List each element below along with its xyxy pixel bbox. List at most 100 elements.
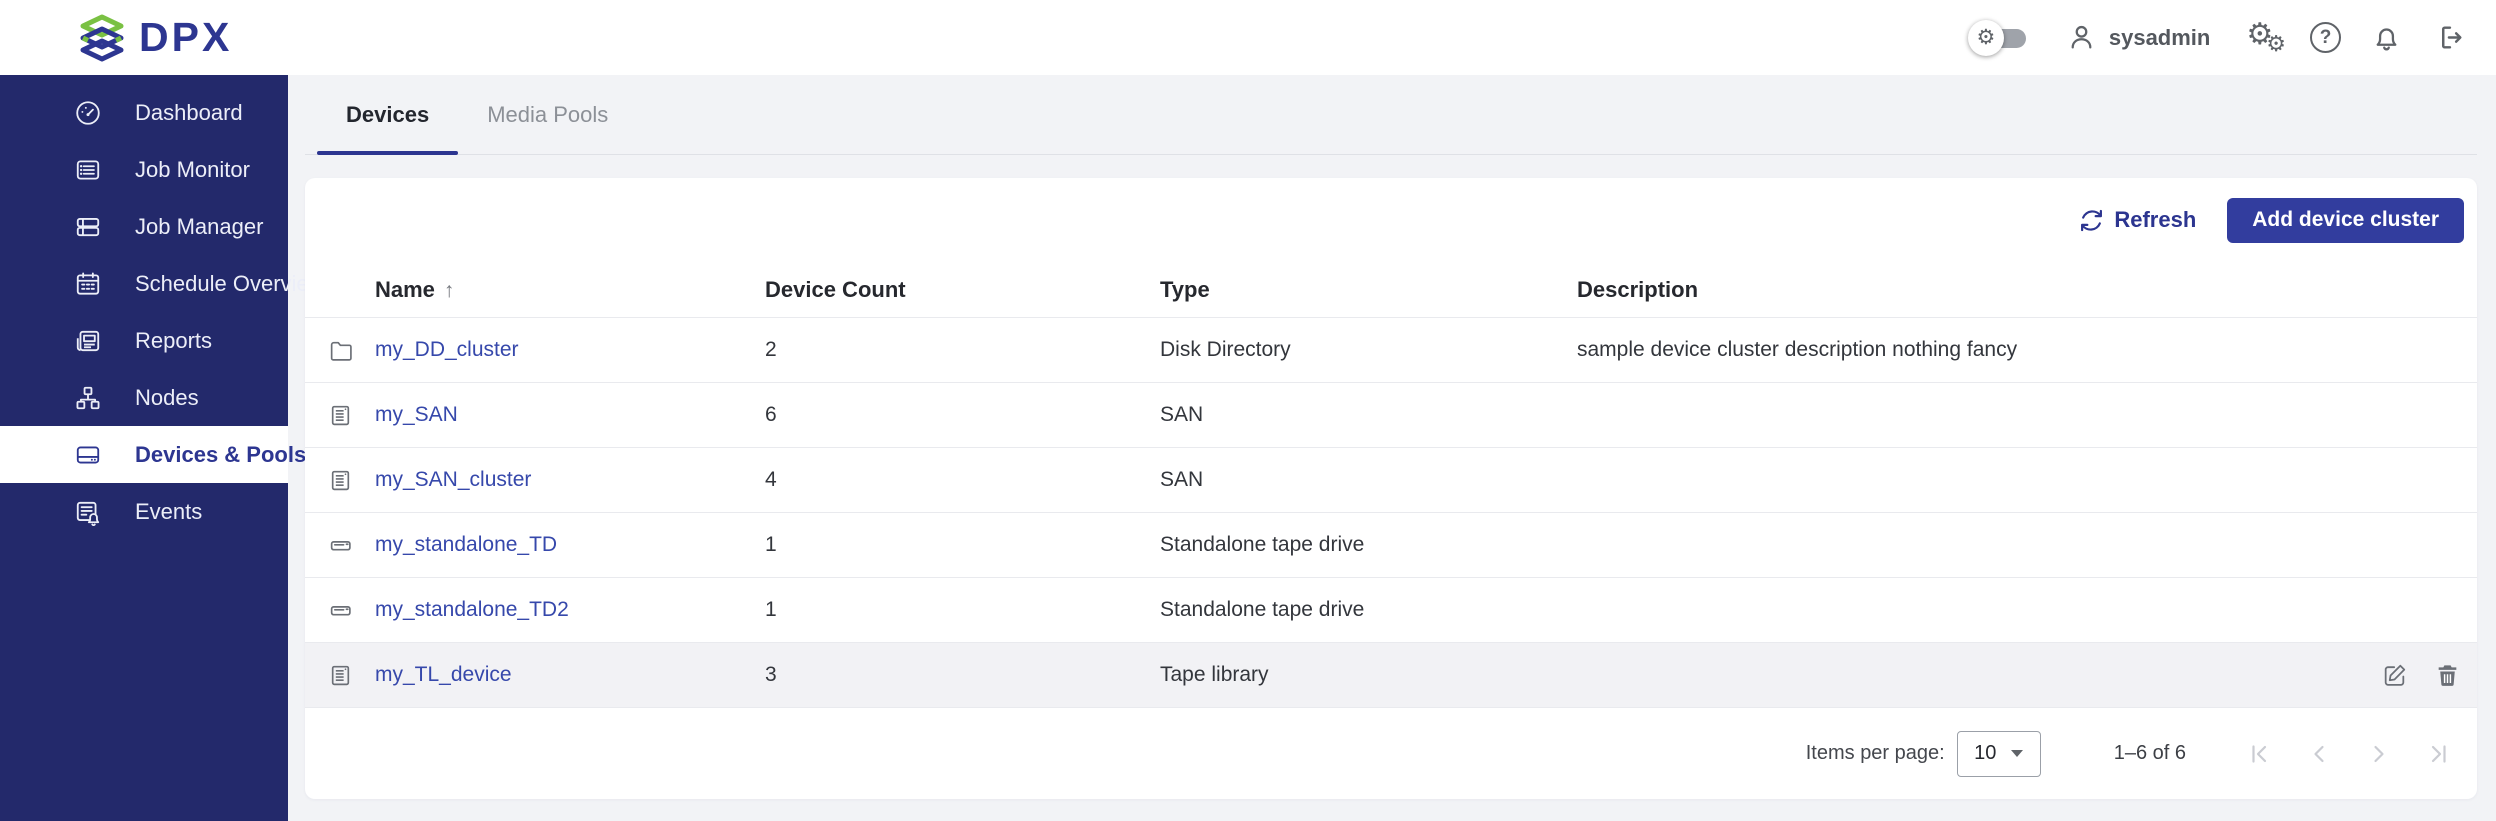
- table-row[interactable]: my_SAN 6 SAN: [305, 383, 2477, 448]
- device-type-cell: Standalone tape drive: [1160, 533, 1577, 557]
- logo-text: DPX: [139, 14, 232, 61]
- theme-toggle[interactable]: ⚙: [1974, 20, 2026, 56]
- last-page-icon[interactable]: [2426, 741, 2452, 767]
- add-device-cluster-button[interactable]: Add device cluster: [2227, 198, 2464, 243]
- tab-devices[interactable]: Devices: [317, 75, 458, 154]
- reports-icon: [74, 327, 102, 355]
- table-row[interactable]: my_standalone_TD 1 Standalone tape drive: [305, 513, 2477, 578]
- sidebar-item-label: Dashboard: [135, 100, 243, 126]
- device-name-link[interactable]: my_standalone_TD: [375, 533, 557, 556]
- device-name-link[interactable]: my_SAN_cluster: [375, 468, 531, 491]
- items-per-page-value: 10: [1974, 742, 1996, 765]
- gear-toggle-icon: ⚙: [1968, 20, 2004, 56]
- delete-trash-icon[interactable]: [2434, 662, 2461, 689]
- column-label: Device Count: [765, 277, 906, 302]
- main-content: Devices Media Pools Refresh Add device c…: [288, 75, 2496, 821]
- sort-asc-icon: ↑: [444, 279, 455, 302]
- device-description-cell: sample device cluster description nothin…: [1577, 338, 2347, 362]
- device-count-cell: 3: [765, 663, 1160, 687]
- tab-bar: Devices Media Pools: [305, 75, 2477, 155]
- page-range-label: 1–6 of 6: [2114, 742, 2186, 765]
- device-type-cell: SAN: [1160, 468, 1577, 492]
- device-type-cell: Disk Directory: [1160, 338, 1577, 362]
- account-icon: [2066, 22, 2097, 53]
- sidebar-item-job-manager[interactable]: Job Manager: [0, 198, 288, 255]
- device-count-cell: 4: [765, 468, 1160, 492]
- calendar-icon: [74, 270, 102, 298]
- column-label: Description: [1577, 277, 1698, 302]
- sidebar-item-events[interactable]: Events: [0, 483, 288, 540]
- notifications-bell-icon[interactable]: [2371, 22, 2402, 53]
- table-row[interactable]: my_DD_cluster 2 Disk Directory sample de…: [305, 318, 2477, 383]
- table-row[interactable]: my_SAN_cluster 4 SAN: [305, 448, 2477, 513]
- column-header-description[interactable]: Description: [1577, 277, 2347, 303]
- table-row[interactable]: my_standalone_TD2 1 Standalone tape driv…: [305, 578, 2477, 643]
- devices-panel: Refresh Add device cluster Name ↑ Device …: [305, 178, 2477, 799]
- table-toolbar: Refresh Add device cluster: [305, 178, 2477, 262]
- device-name-link[interactable]: my_standalone_TD2: [375, 598, 569, 621]
- sidebar-item-label: Job Manager: [135, 214, 263, 240]
- table-pagination: Items per page: 10 1–6 of 6: [305, 708, 2477, 799]
- items-per-page-label: Items per page:: [1806, 742, 1945, 765]
- top-bar-actions: ⚙ sysadmin ⚙ ⚙ ?: [1974, 20, 2467, 56]
- refresh-button[interactable]: Refresh: [2079, 207, 2196, 233]
- device-name-link[interactable]: my_DD_cluster: [375, 338, 519, 361]
- first-page-icon[interactable]: [2246, 741, 2272, 767]
- items-per-page-select[interactable]: 10: [1957, 731, 2041, 777]
- top-bar: DPX ⚙ sysadmin ⚙ ⚙ ?: [0, 0, 2496, 75]
- device-name-link[interactable]: my_SAN: [375, 403, 458, 426]
- dashboard-gauge-icon: [74, 99, 102, 127]
- tab-label: Devices: [346, 102, 429, 128]
- row-actions: [2347, 662, 2477, 689]
- tape-library-icon: [305, 468, 375, 493]
- column-label: Type: [1160, 277, 1210, 302]
- tape-library-icon: [305, 663, 375, 688]
- refresh-icon: [2079, 208, 2104, 233]
- job-manager-icon: [74, 213, 102, 241]
- sidebar-item-label: Events: [135, 499, 202, 525]
- next-page-icon[interactable]: [2366, 741, 2392, 767]
- column-header-device-count[interactable]: Device Count: [765, 277, 1160, 303]
- column-label: Name: [375, 277, 435, 302]
- edit-icon[interactable]: [2381, 662, 2408, 689]
- folder-icon: [305, 338, 375, 363]
- devices-icon: [74, 441, 102, 469]
- sidebar-item-job-monitor[interactable]: Job Monitor: [0, 141, 288, 198]
- tab-label: Media Pools: [487, 102, 608, 128]
- user-name: sysadmin: [2109, 25, 2211, 51]
- sidebar-item-dashboard[interactable]: Dashboard: [0, 84, 288, 141]
- device-name-link[interactable]: my_TL_device: [375, 663, 512, 686]
- device-count-cell: 2: [765, 338, 1160, 362]
- sidebar-item-label: Nodes: [135, 385, 199, 411]
- sidebar-item-nodes[interactable]: Nodes: [0, 369, 288, 426]
- gear-icon: ⚙: [2266, 33, 2286, 55]
- dpx-logo: DPX: [78, 14, 232, 62]
- device-type-cell: Standalone tape drive: [1160, 598, 1577, 622]
- sidebar-item-label: Job Monitor: [135, 157, 250, 183]
- tape-drive-icon: [305, 598, 375, 623]
- chevron-down-icon: [2011, 750, 2023, 757]
- devices-table: Name ↑ Device Count Type Description my_D…: [305, 262, 2477, 708]
- device-count-cell: 1: [765, 598, 1160, 622]
- help-icon[interactable]: ?: [2310, 22, 2341, 53]
- tab-media-pools[interactable]: Media Pools: [458, 75, 637, 154]
- table-row[interactable]: my_TL_device 3 Tape library: [305, 643, 2477, 708]
- account-menu[interactable]: sysadmin: [2066, 22, 2211, 53]
- job-monitor-icon: [74, 156, 102, 184]
- device-count-cell: 6: [765, 403, 1160, 427]
- dpx-app-window: DPX ⚙ sysadmin ⚙ ⚙ ?: [0, 0, 2496, 821]
- sidebar-item-label: Devices & Pools: [135, 442, 306, 468]
- sidebar-item-reports[interactable]: Reports: [0, 312, 288, 369]
- sidebar-navigation: Dashboard Job Monitor Job Manager: [0, 75, 288, 821]
- settings-gears-icon[interactable]: ⚙ ⚙: [2246, 20, 2286, 55]
- column-header-name[interactable]: Name ↑: [375, 277, 765, 303]
- logout-icon[interactable]: [2436, 22, 2467, 53]
- column-header-type[interactable]: Type: [1160, 277, 1577, 303]
- device-type-cell: SAN: [1160, 403, 1577, 427]
- sidebar-item-schedule-overview[interactable]: Schedule Overview: [0, 255, 288, 312]
- sidebar-item-label: Reports: [135, 328, 212, 354]
- events-icon: [74, 498, 102, 526]
- sidebar-item-devices-pools[interactable]: Devices & Pools: [0, 426, 288, 483]
- previous-page-icon[interactable]: [2306, 741, 2332, 767]
- tape-drive-icon: [305, 533, 375, 558]
